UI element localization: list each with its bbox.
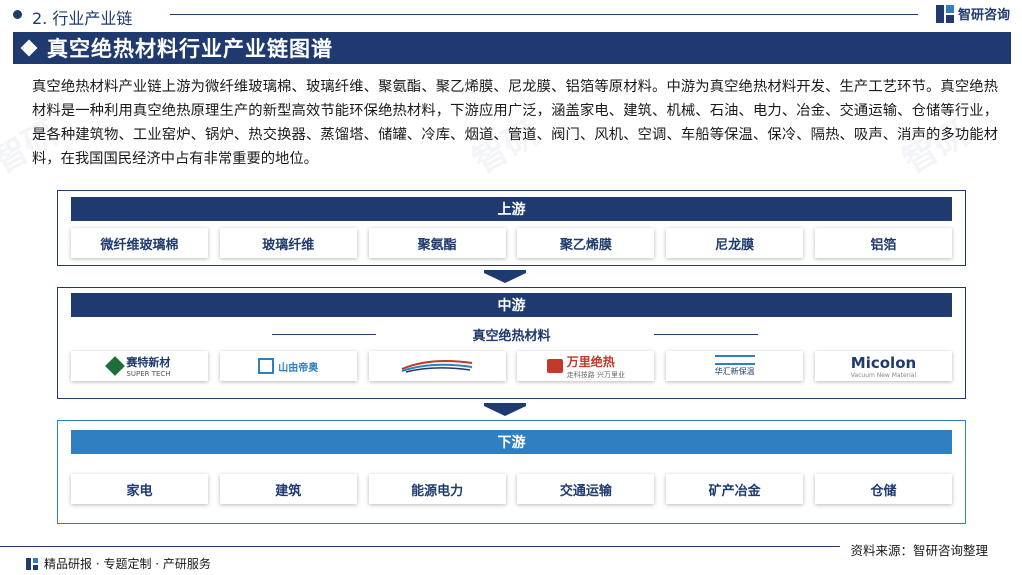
company-logo-micolon: Micolon Vacuum New Material bbox=[814, 351, 952, 381]
midstream-panel: 中游 真空绝热材料 赛特新材 SUPER TECH 山由帝奥 万里绝热 走科技路… bbox=[57, 287, 966, 399]
company-logo-saite: 赛特新材 SUPER TECH bbox=[71, 351, 208, 381]
hh-logo-icon bbox=[714, 355, 755, 365]
wanli-logo-name: 万里绝热 bbox=[566, 354, 615, 369]
downstream-item: 家电 bbox=[71, 474, 208, 504]
downstream-item: 交通运输 bbox=[517, 474, 655, 504]
saite-logo-en: SUPER TECH bbox=[126, 370, 171, 378]
downstream-item: 矿产冶金 bbox=[666, 474, 804, 504]
shanwu-logo-name: 山由帝奥 bbox=[278, 362, 319, 374]
brand-logo: 智研咨询 bbox=[935, 4, 1010, 23]
downstream-item: 能源电力 bbox=[368, 474, 506, 504]
source-note: 资料来源：智研咨询整理 bbox=[850, 543, 988, 558]
company-logo-shanwu: 山由帝奥 bbox=[219, 351, 357, 381]
upstream-panel: 上游 微纤维玻璃棉 玻璃纤维 聚氨酯 聚乙烯膜 尼龙膜 铝箔 bbox=[57, 190, 966, 266]
page-title-bar: 真空绝热材料行业产业链图谱 bbox=[13, 32, 1011, 64]
upstream-item: 尼龙膜 bbox=[666, 228, 804, 258]
downstream-item: 建筑 bbox=[219, 474, 357, 504]
midstream-logos: 赛特新材 SUPER TECH 山由帝奥 万里绝热 走科技路 兴万里业 华汇新保… bbox=[71, 351, 952, 381]
upstream-item: 微纤维玻璃棉 bbox=[71, 228, 208, 258]
shanwu-logo-icon bbox=[258, 358, 275, 374]
downstream-header: 下游 bbox=[71, 430, 952, 454]
downstream-items: 家电 建筑 能源电力 交通运输 矿产冶金 仓储 bbox=[71, 474, 952, 504]
downstream-panel: 下游 家电 建筑 能源电力 交通运输 矿产冶金 仓储 bbox=[57, 420, 966, 524]
subtitle-rule-right bbox=[654, 334, 758, 335]
saite-logo-icon bbox=[105, 356, 126, 376]
midstream-header: 中游 bbox=[71, 293, 952, 317]
micolon-logo-en: Vacuum New Material bbox=[850, 371, 917, 379]
upstream-header: 上游 bbox=[71, 197, 952, 221]
brand-name: 智研咨询 bbox=[957, 8, 1010, 23]
micolon-logo-icon: Micolon Vacuum New Material bbox=[851, 354, 916, 379]
company-logo-hh: 华汇新保温 bbox=[666, 351, 804, 381]
midstream-subtitle: 真空绝热材料 bbox=[58, 325, 965, 344]
wanli-logo-icon bbox=[546, 359, 563, 373]
section-bullet-icon bbox=[13, 10, 22, 19]
upstream-item: 玻璃纤维 bbox=[219, 228, 357, 258]
upstream-item: 铝箔 bbox=[814, 228, 952, 258]
brand-mark-icon bbox=[26, 557, 38, 570]
diamond-icon bbox=[20, 39, 38, 57]
bottom-services: 精品研报 · 专题定制 · 产研服务 bbox=[26, 555, 211, 572]
company-logo-wanli: 万里绝热 走科技路 兴万里业 bbox=[517, 351, 655, 381]
footer-rule bbox=[0, 546, 840, 547]
downstream-item: 仓储 bbox=[814, 474, 952, 504]
top-bar: 2. 行业产业链 智研咨询 bbox=[0, 0, 1022, 30]
upstream-item: 聚氨酯 bbox=[368, 228, 506, 258]
services-text: 精品研报 · 专题定制 · 产研服务 bbox=[44, 557, 211, 571]
intro-paragraph: 真空绝热材料产业链上游为微纤维玻璃棉、玻璃纤维、聚氨酯、聚乙烯膜、尼龙膜、铝箔等… bbox=[32, 79, 998, 167]
section-title: 2. 行业产业链 bbox=[32, 9, 133, 28]
upstream-items: 微纤维玻璃棉 玻璃纤维 聚氨酯 聚乙烯膜 尼龙膜 铝箔 bbox=[71, 228, 952, 258]
company-logo-swoosh bbox=[368, 351, 506, 381]
page-title: 真空绝热材料行业产业链图谱 bbox=[47, 37, 333, 61]
swoosh-logo-icon bbox=[400, 359, 474, 373]
top-rule bbox=[170, 14, 918, 15]
midstream-subtitle-text: 真空绝热材料 bbox=[472, 329, 551, 344]
hh-logo-name: 华汇新保温 bbox=[714, 367, 755, 376]
brand-mark-icon bbox=[935, 4, 954, 23]
micolon-logo-name: Micolon bbox=[850, 353, 917, 372]
wanli-logo-slogan: 走科技路 兴万里业 bbox=[566, 370, 625, 379]
down-arrow-icon bbox=[484, 270, 526, 283]
down-arrow-icon bbox=[484, 403, 526, 416]
upstream-item: 聚乙烯膜 bbox=[517, 228, 655, 258]
saite-logo-name: 赛特新材 bbox=[126, 356, 171, 369]
